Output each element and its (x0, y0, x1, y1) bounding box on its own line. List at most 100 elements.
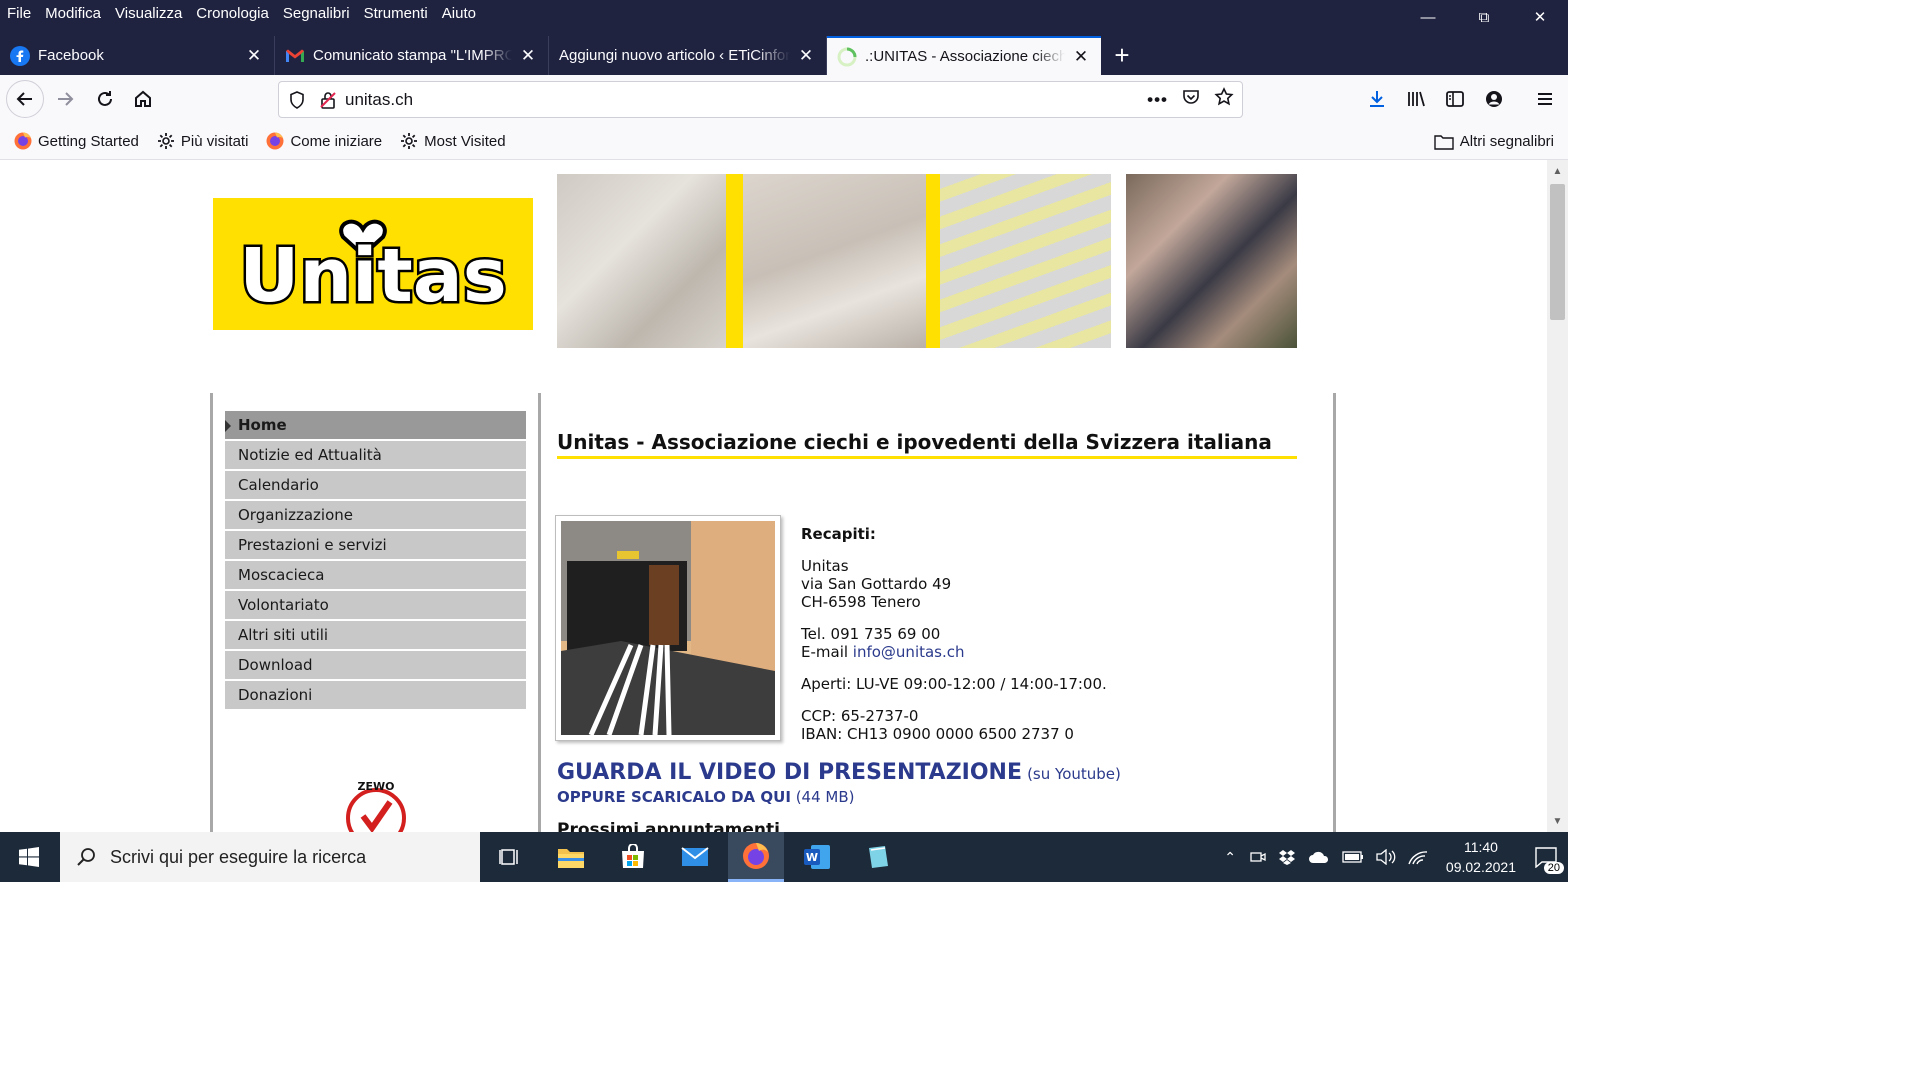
scroll-down-icon[interactable]: ▼ (1547, 812, 1568, 830)
banner-stripe (725, 174, 743, 348)
nav-download[interactable]: Download (225, 651, 526, 681)
close-tab-icon[interactable]: ✕ (1071, 47, 1091, 67)
entrance-photo-image (561, 521, 775, 737)
back-button[interactable] (6, 80, 44, 118)
menu-segnalibri[interactable]: Segnalibri (276, 5, 357, 22)
nav-prestazioni[interactable]: Prestazioni e servizi (225, 531, 526, 561)
download-icon (1370, 91, 1384, 107)
downloads-button[interactable] (1359, 81, 1395, 117)
close-tab-icon[interactable]: ✕ (796, 46, 816, 66)
video-title[interactable]: GUARDA IL VIDEO DI PRESENTAZIONE (557, 760, 1022, 785)
mail-icon[interactable] (667, 832, 723, 882)
nav-volontariato[interactable]: Volontariato (225, 591, 526, 621)
restore-button[interactable]: ⧉ (1456, 0, 1512, 34)
gmail-icon (285, 46, 305, 66)
url-bar[interactable]: unitas.ch ••• (278, 81, 1243, 118)
account-button[interactable] (1476, 81, 1512, 117)
taskbar-search[interactable]: Scrivi qui per eseguire la ricerca (60, 832, 480, 882)
search-placeholder[interactable]: Scrivi qui per eseguire la ricerca (110, 847, 366, 868)
nav-organizzazione[interactable]: Organizzazione (225, 501, 526, 531)
folder-icon (1434, 134, 1454, 150)
account-icon (1486, 91, 1502, 107)
notification-count-badge: 20 (1543, 862, 1564, 874)
video-download-link[interactable]: OPPURE SCARICALO DA QUI (44 MB) (557, 788, 854, 806)
bookmark-come-iniziare[interactable]: Come iniziare (266, 132, 382, 150)
unitas-logo[interactable]: Unitas (213, 198, 533, 330)
menu-aiuto[interactable]: Aiuto (435, 5, 483, 22)
notification-center-icon[interactable]: 20 (1534, 846, 1564, 874)
file-explorer-icon[interactable] (543, 832, 599, 882)
contact-email-link[interactable]: info@unitas.ch (853, 643, 965, 661)
other-bookmarks[interactable]: Altri segnalibri (1434, 123, 1554, 160)
page-scrollbar[interactable]: ▲ ▼ (1547, 160, 1568, 832)
menu-visualizza[interactable]: Visualizza (108, 5, 189, 22)
forward-button[interactable] (47, 81, 83, 117)
microsoft-store-icon[interactable] (605, 832, 661, 882)
nav-notizie[interactable]: Notizie ed Attualità (225, 441, 526, 471)
shield-icon[interactable] (289, 90, 305, 109)
video-presentation-link[interactable]: GUARDA IL VIDEO DI PRESENTAZIONE (su You… (557, 760, 1121, 785)
menu-cronologia[interactable]: Cronologia (189, 5, 276, 22)
contact-info: Recapiti: Unitas via San Gottardo 49 CH-… (801, 525, 1107, 743)
minimize-button[interactable]: — (1400, 0, 1456, 34)
sidebar-button[interactable] (1437, 81, 1473, 117)
dropbox-icon[interactable] (1278, 849, 1296, 865)
scroll-up-icon[interactable]: ▲ (1547, 162, 1568, 180)
scrollbar-thumb[interactable] (1550, 184, 1565, 320)
nav-moscacieca[interactable]: Moscacieca (225, 561, 526, 591)
bookmark-piu-visitati[interactable]: Più visitati (157, 132, 248, 150)
home-button[interactable] (125, 81, 161, 117)
word-icon[interactable]: W (789, 832, 845, 882)
bookmark-most-visited[interactable]: Most Visited (400, 132, 506, 150)
notes-app-icon[interactable] (850, 832, 906, 882)
tab-wordpress[interactable]: Aggiungi nuovo articolo ‹ ETiCinforma ✕ (549, 36, 827, 75)
start-button[interactable] (0, 832, 58, 882)
menu-strumenti[interactable]: Strumenti (357, 5, 435, 22)
close-window-button[interactable]: ✕ (1512, 0, 1568, 34)
tab-gmail[interactable]: Comunicato stampa "L'IMPRONTA" ✕ (275, 36, 549, 75)
tab-title: .:UNITAS - Associazione ciechi e ipovede… (865, 48, 1065, 65)
bookmark-star-icon[interactable] (1214, 87, 1234, 112)
header-banner (557, 174, 1297, 348)
library-button[interactable] (1398, 81, 1434, 117)
unitas-logo-image: Unitas (237, 219, 509, 319)
tab-title: Facebook (38, 47, 104, 64)
chevron-up-icon[interactable]: ⌃ (1224, 849, 1236, 866)
wifi-icon[interactable] (1408, 849, 1428, 865)
nav-donazioni[interactable]: Donazioni (225, 681, 526, 711)
pocket-icon[interactable] (1182, 88, 1200, 111)
volume-icon[interactable] (1376, 849, 1396, 865)
url-text[interactable]: unitas.ch (345, 90, 413, 110)
bookmark-getting-started[interactable]: Getting Started (14, 132, 139, 150)
menu-file[interactable]: File (0, 5, 38, 22)
system-tray: ⌃ 11:40 09.02.2021 20 (1216, 832, 1568, 882)
nav-home[interactable]: Home (225, 411, 526, 441)
meet-now-icon[interactable] (1250, 849, 1266, 865)
tab-title: Aggiungi nuovo articolo ‹ ETiCinforma (559, 47, 790, 64)
svg-text:W: W (806, 851, 818, 864)
banner-stripe (926, 174, 940, 348)
forward-arrow-icon (58, 92, 74, 106)
taskbar-clock[interactable]: 11:40 09.02.2021 (1446, 837, 1516, 877)
download-title[interactable]: OPPURE SCARICALO DA QUI (557, 788, 791, 806)
new-tab-button[interactable]: + (1101, 36, 1143, 75)
insecure-lock-icon[interactable] (319, 91, 337, 109)
close-tab-icon[interactable]: ✕ (244, 46, 264, 66)
close-tab-icon[interactable]: ✕ (518, 46, 538, 66)
entrance-photo (555, 515, 781, 741)
app-menu-button[interactable] (1527, 81, 1563, 117)
tab-facebook[interactable]: Facebook ✕ (0, 36, 275, 75)
task-view-icon[interactable] (482, 832, 538, 882)
nav-calendario[interactable]: Calendario (225, 471, 526, 501)
battery-icon[interactable] (1342, 851, 1364, 863)
video-youtube-link[interactable]: (su Youtube) (1027, 765, 1121, 783)
tab-unitas[interactable]: .:UNITAS - Associazione ciechi e ipovede… (827, 36, 1101, 75)
reload-button[interactable] (87, 81, 123, 117)
onedrive-icon[interactable] (1308, 850, 1330, 864)
contact-phone: Tel. 091 735 69 00 (801, 625, 941, 643)
firefox-taskbar-icon[interactable] (728, 832, 784, 882)
zewo-seal[interactable]: ZEWO (336, 776, 416, 832)
page-actions-icon[interactable]: ••• (1147, 90, 1168, 110)
menu-modifica[interactable]: Modifica (38, 5, 108, 22)
nav-altri-siti[interactable]: Altri siti utili (225, 621, 526, 651)
